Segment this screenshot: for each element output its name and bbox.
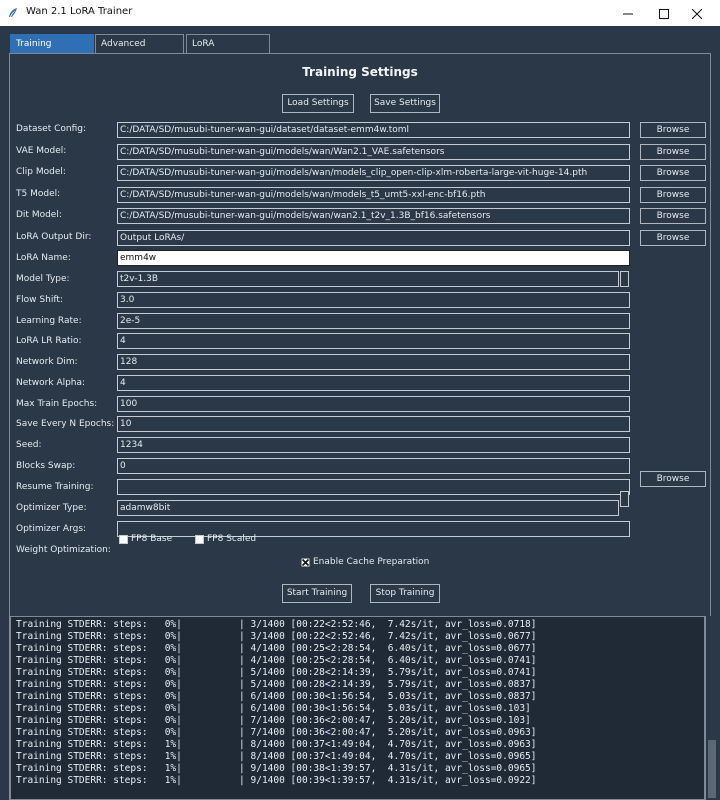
log-line: Training STDERR: steps: 0%| | 6/1400 [00…: [16, 703, 531, 714]
optimizer-type-dropdown-arrow[interactable]: [620, 491, 629, 507]
weight-optimization-label: Weight Optimization:: [16, 545, 111, 555]
page-title: Training Settings: [302, 65, 418, 79]
network-dim-input[interactable]: 128: [117, 354, 630, 370]
clip-model-label: Clip Model:: [16, 167, 66, 177]
save-settings-button[interactable]: Save Settings: [370, 94, 440, 113]
flow-shift-input[interactable]: 3.0: [117, 292, 630, 308]
max-train-epochs-label: Max Train Epochs:: [16, 399, 98, 409]
stop-training-button[interactable]: Stop Training: [370, 584, 440, 603]
lora-output-dir-browse-button[interactable]: Browse: [640, 230, 706, 246]
dit-model-input[interactable]: C:/DATA/SD/musubi-tuner-wan-gui/models/w…: [117, 208, 630, 224]
t5-model-browse-button[interactable]: Browse: [640, 187, 706, 203]
tab-lora-conversion[interactable]: LoRA Conversion: [186, 34, 270, 68]
network-alpha-label: Network Alpha:: [16, 378, 86, 388]
start-training-button[interactable]: Start Training: [282, 584, 352, 603]
log-line: Training STDERR: steps: 0%| | 5/1400 [00…: [16, 667, 537, 678]
lora-name-label: LoRA Name:: [16, 253, 71, 263]
fp8-base-label: FP8 Base: [131, 534, 173, 544]
t5-model-label: T5 Model:: [16, 189, 61, 199]
clip-model-browse-button[interactable]: Browse: [640, 165, 706, 181]
log-line: Training STDERR: steps: 0%| | 7/1400 [00…: [16, 715, 531, 726]
model-type-dropdown-arrow[interactable]: [620, 271, 629, 287]
clip-model-input[interactable]: C:/DATA/SD/musubi-tuner-wan-gui/models/w…: [117, 165, 630, 181]
vae-model-label: VAE Model:: [16, 146, 67, 156]
log-line: Training STDERR: steps: 1%| | 9/1400 [00…: [16, 775, 537, 786]
check-x-icon: [301, 558, 310, 567]
fp8-scaled-label: FP8 Scaled: [207, 534, 257, 544]
model-type-select[interactable]: t2v-1.3B: [117, 271, 619, 287]
fp8-scaled-checkbox[interactable]: [195, 535, 204, 544]
log-line: Training STDERR: steps: 0%| | 6/1400 [00…: [16, 691, 537, 702]
resume-training-input[interactable]: [117, 479, 630, 495]
dataset-config-label: Dataset Config:: [16, 124, 87, 134]
save-every-n-epochs-input[interactable]: 10: [117, 416, 630, 432]
optimizer-args-input[interactable]: [117, 521, 630, 537]
learning-rate-input[interactable]: 2e-5: [117, 313, 630, 329]
network-dim-label: Network Dim:: [16, 357, 78, 367]
vae-model-browse-button[interactable]: Browse: [640, 144, 706, 160]
resume-training-browse-button[interactable]: Browse: [640, 471, 706, 487]
lora-name-input[interactable]: emm4w: [117, 250, 630, 266]
optimizer-type-select[interactable]: adamw8bit: [117, 500, 619, 516]
fp8-base-checkbox[interactable]: [119, 535, 128, 544]
vae-model-input[interactable]: C:/DATA/SD/musubi-tuner-wan-gui/models/w…: [117, 144, 630, 160]
network-alpha-input[interactable]: 4: [117, 375, 630, 391]
seed-input[interactable]: 1234: [117, 437, 630, 453]
t5-model-input[interactable]: C:/DATA/SD/musubi-tuner-wan-gui/models/w…: [117, 187, 630, 203]
log-line: Training STDERR: steps: 0%| | 7/1400 [00…: [16, 727, 537, 738]
blocks-swap-input[interactable]: 0: [117, 458, 630, 474]
learning-rate-label: Learning Rate:: [16, 316, 82, 326]
window-title: Wan 2.1 LoRA Trainer: [26, 6, 133, 17]
lora-output-dir-label: LoRA Output Dir:: [16, 232, 92, 242]
lora-lr-ratio-input[interactable]: 4: [117, 333, 630, 349]
optimizer-args-label: Optimizer Args:: [16, 524, 87, 534]
log-scrollbar-thumb[interactable]: [708, 740, 716, 798]
resume-training-label: Resume Training:: [16, 482, 94, 492]
cache-preparation-label: Enable Cache Preparation: [313, 557, 430, 567]
log-line: Training STDERR: steps: 0%| | 3/1400 [00…: [16, 631, 537, 642]
dataset-config-browse-button[interactable]: Browse: [640, 122, 706, 138]
blocks-swap-label: Blocks Swap:: [16, 461, 76, 471]
tab-advanced-settings[interactable]: Advanced settings: [95, 34, 184, 68]
flow-shift-label: Flow Shift:: [16, 295, 63, 305]
dit-model-label: Dit Model:: [16, 210, 62, 220]
feather-icon: [7, 7, 19, 19]
lora-lr-ratio-label: LoRA LR Ratio:: [16, 336, 82, 346]
cache-preparation-checkbox[interactable]: [301, 558, 310, 567]
close-button[interactable]: [674, 0, 720, 26]
lora-output-dir-input[interactable]: Output LoRAs/: [117, 230, 630, 246]
training-log[interactable]: Training STDERR: steps: 0%| | 3/1400 [00…: [10, 616, 705, 800]
log-line: Training STDERR: steps: 1%| | 8/1400 [00…: [16, 739, 537, 750]
max-train-epochs-input[interactable]: 100: [117, 396, 630, 412]
log-line: Training STDERR: steps: 1%| | 8/1400 [00…: [16, 751, 537, 762]
dataset-config-input[interactable]: C:/DATA/SD/musubi-tuner-wan-gui/dataset/…: [117, 122, 630, 138]
log-line: Training STDERR: steps: 0%| | 3/1400 [00…: [16, 619, 537, 630]
dit-model-browse-button[interactable]: Browse: [640, 208, 706, 224]
model-type-label: Model Type:: [16, 274, 70, 284]
seed-label: Seed:: [16, 440, 42, 450]
save-every-n-epochs-label: Save Every N Epochs:: [16, 419, 115, 429]
log-line: Training STDERR: steps: 0%| | 4/1400 [00…: [16, 655, 537, 666]
tab-training-settings[interactable]: Training settings: [10, 34, 94, 68]
log-line: Training STDERR: steps: 1%| | 9/1400 [00…: [16, 763, 537, 774]
optimizer-type-label: Optimizer Type:: [16, 503, 87, 513]
log-line: Training STDERR: steps: 0%| | 5/1400 [00…: [16, 679, 537, 690]
load-settings-button[interactable]: Load Settings: [282, 94, 354, 113]
log-line: Training STDERR: steps: 0%| | 4/1400 [00…: [16, 643, 537, 654]
title-bar: Wan 2.1 LoRA Trainer: [0, 0, 720, 26]
